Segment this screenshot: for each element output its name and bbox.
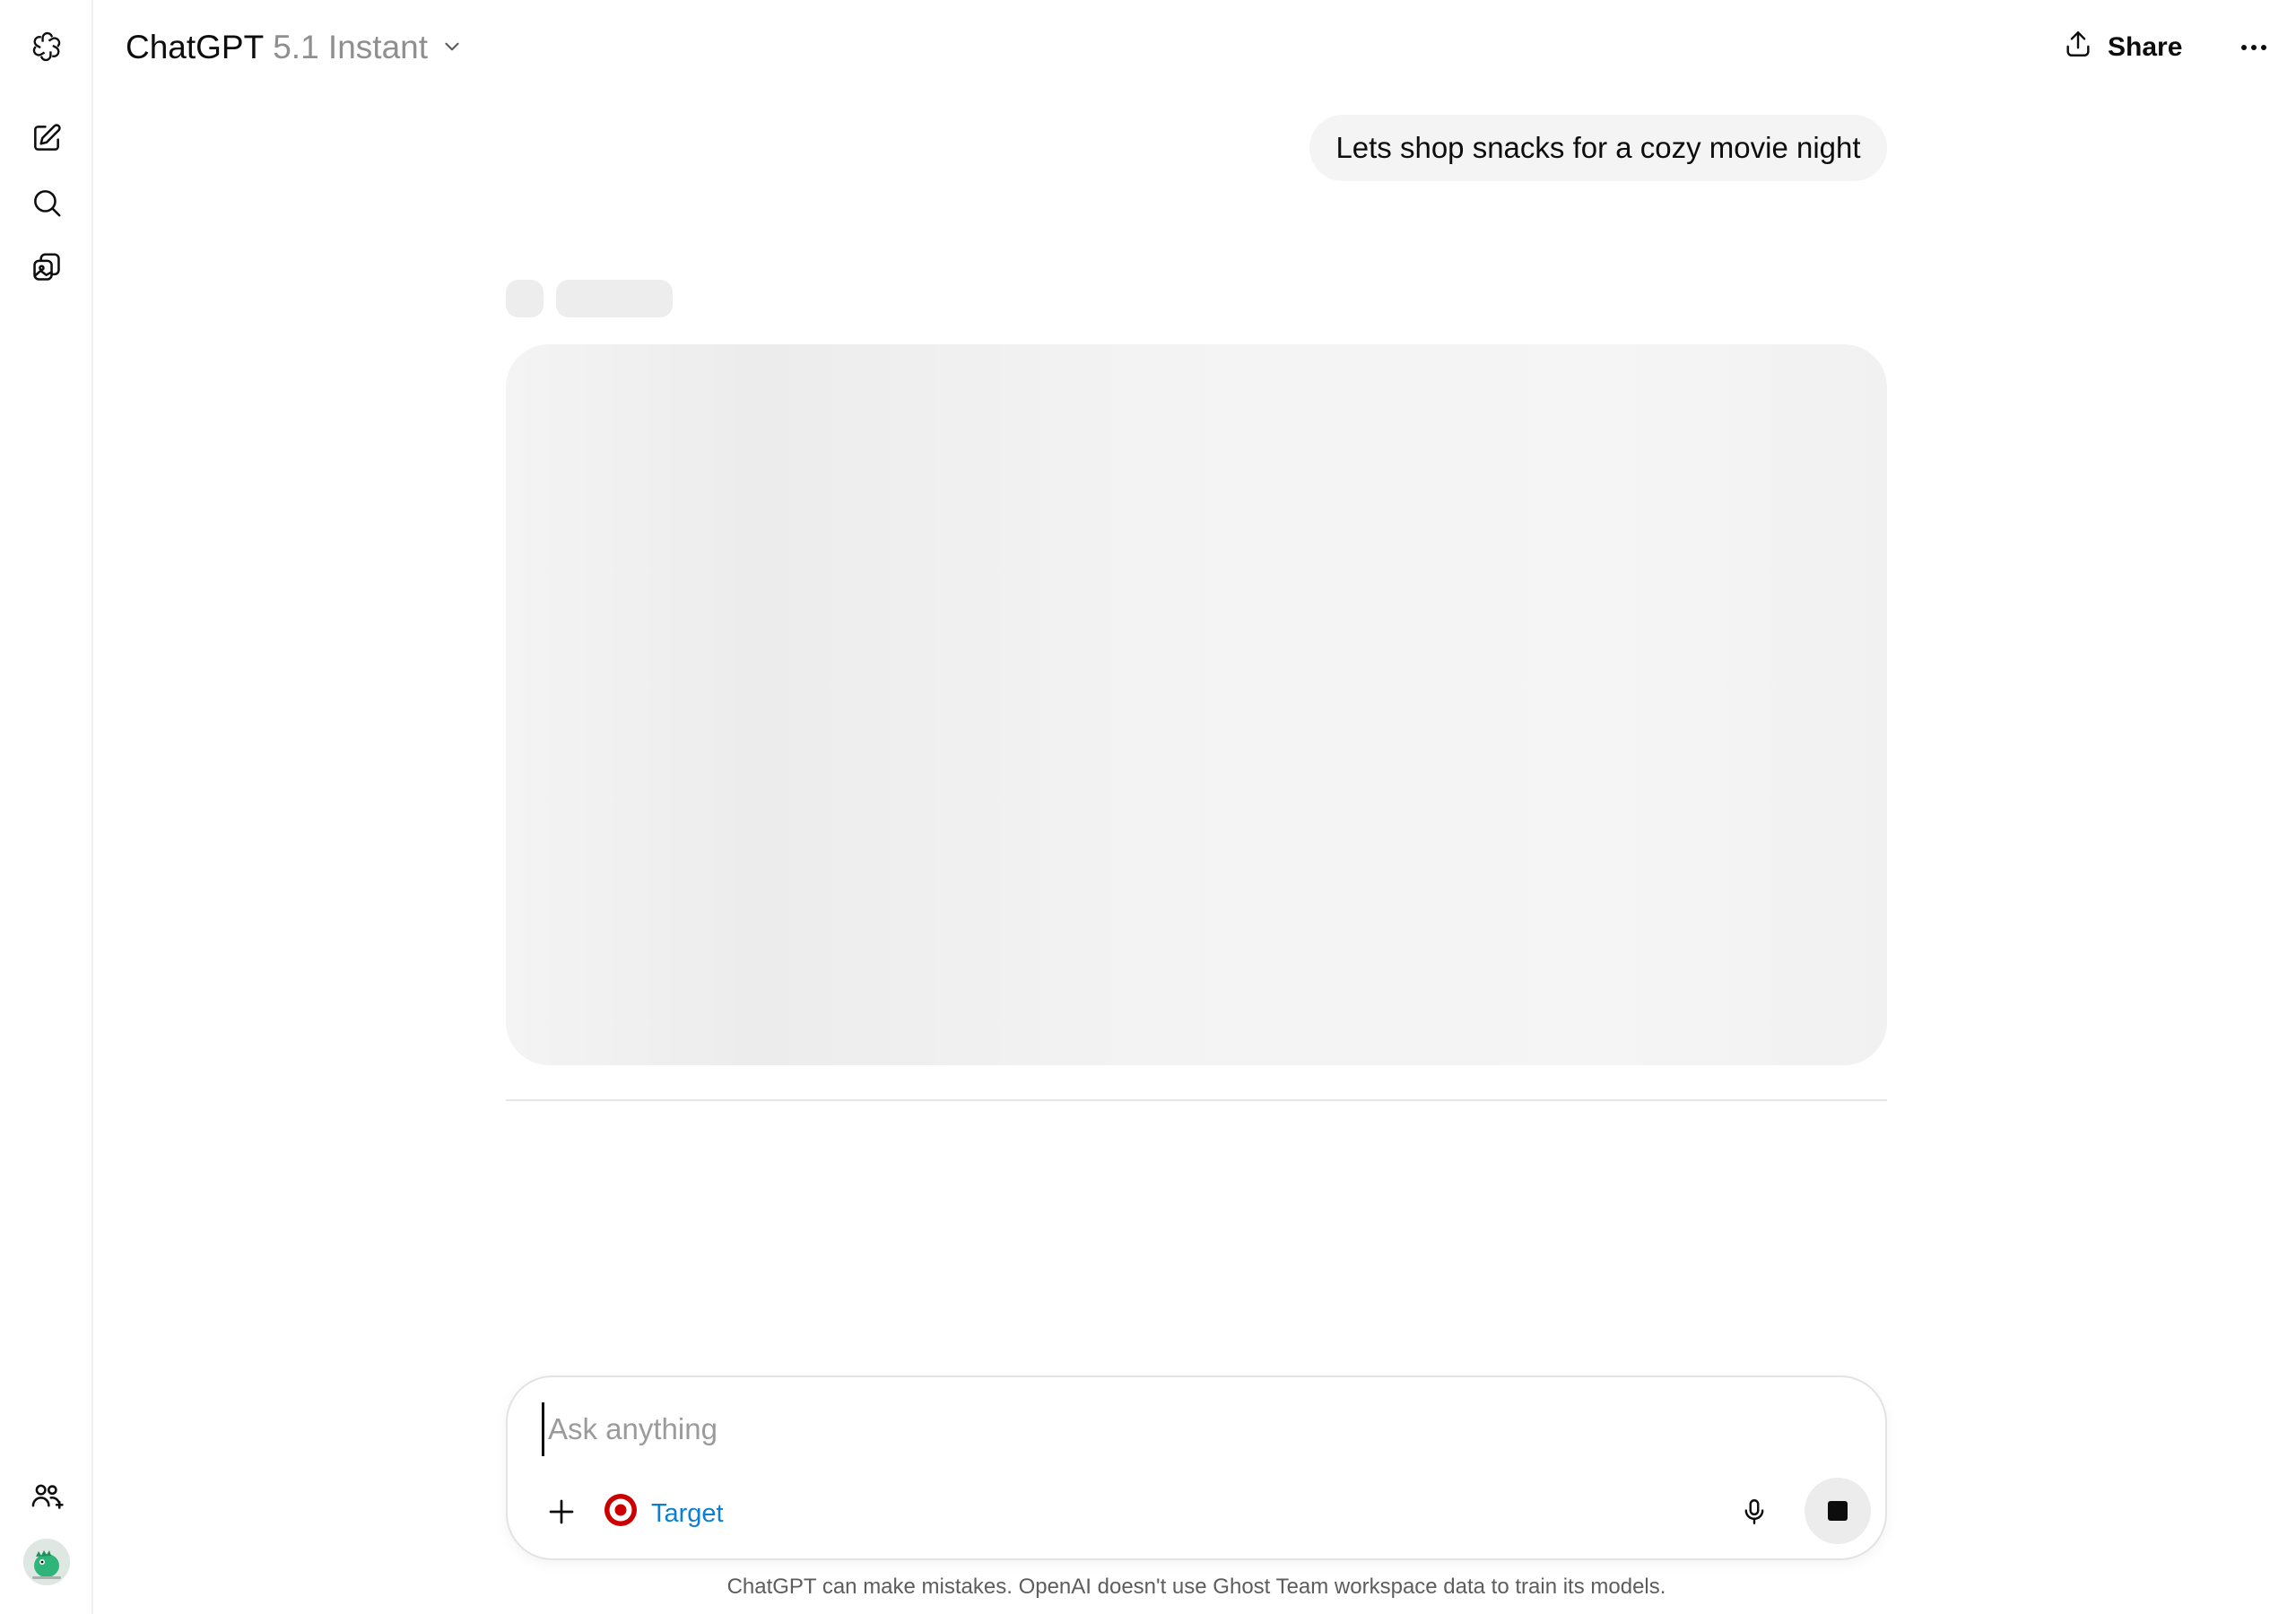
microphone-icon — [1739, 1497, 1770, 1532]
dictate-button[interactable] — [1727, 1487, 1781, 1540]
loading-skeleton-label — [556, 280, 673, 317]
chevron-down-icon — [437, 29, 464, 66]
search-icon — [30, 186, 64, 224]
model-version: 5.1 Instant — [273, 29, 429, 65]
app-name: ChatGPT — [126, 29, 265, 65]
invite-team-button[interactable] — [22, 1472, 72, 1523]
loading-skeleton-card — [506, 344, 1887, 1065]
prompt-input[interactable] — [542, 1402, 1708, 1456]
library-button[interactable] — [22, 244, 72, 294]
stop-generating-button[interactable] — [1805, 1478, 1871, 1544]
target-logo-icon — [603, 1492, 639, 1535]
model-switcher[interactable]: ChatGPT 5.1 Instant — [126, 23, 464, 72]
composer: Target — [506, 1375, 1887, 1560]
library-icon — [30, 250, 64, 289]
user-message-text: Lets shop snacks for a cozy movie night — [1335, 131, 1861, 164]
avatar[interactable] — [23, 1539, 70, 1585]
plus-icon — [545, 1496, 578, 1532]
new-chat-icon — [30, 121, 64, 160]
user-message-bubble: Lets shop snacks for a cozy movie night — [1309, 115, 1887, 181]
share-icon — [2063, 29, 2093, 66]
chat-app: ChatGPT 5.1 Instant Share Lets shop snac… — [0, 0, 2296, 1614]
loading-skeleton-avatar — [506, 280, 544, 317]
disclaimer: ChatGPT can make mistakes. OpenAI doesn'… — [726, 1575, 1666, 1599]
invite-team-icon — [30, 1479, 64, 1517]
attach-button[interactable] — [535, 1487, 588, 1540]
openai-logo-icon[interactable] — [22, 22, 72, 72]
sidebar-rail — [0, 0, 93, 1614]
app-chip-label: Target — [651, 1498, 724, 1528]
stop-icon — [1828, 1501, 1848, 1521]
more-options-button[interactable] — [2230, 23, 2278, 72]
share-label: Share — [2108, 32, 2183, 62]
search-chats-button[interactable] — [22, 179, 72, 230]
share-button[interactable]: Share — [2063, 23, 2182, 72]
divider — [506, 1099, 1887, 1101]
target-app-chip[interactable]: Target — [603, 1492, 724, 1535]
new-chat-button[interactable] — [22, 115, 72, 165]
more-horizontal-icon — [2240, 39, 2267, 56]
